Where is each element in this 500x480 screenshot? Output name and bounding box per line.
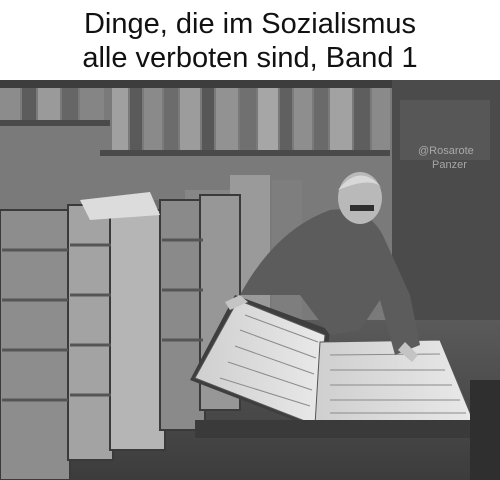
caption-line-1: Dinge, die im Sozialismus [83, 8, 416, 40]
floor-edge [470, 380, 500, 480]
upper-middle-books [112, 88, 390, 150]
middle-shelf [100, 150, 390, 156]
watermark-line-1: @Rosarote [418, 145, 474, 157]
watermark-line-2: Panzer [432, 159, 467, 171]
meme: Dinge, die im Sozialismus alle verboten … [0, 0, 500, 480]
upper-left-books [0, 88, 104, 120]
library-photo-drawing: @Rosarote Panzer [0, 80, 500, 480]
left-shelf [0, 120, 110, 126]
meme-caption: Dinge, die im Sozialismus alle verboten … [0, 0, 500, 80]
caption-line-2: alle verboten sind, Band 1 [82, 42, 418, 74]
library-photo: @Rosarote Panzer [0, 80, 500, 480]
